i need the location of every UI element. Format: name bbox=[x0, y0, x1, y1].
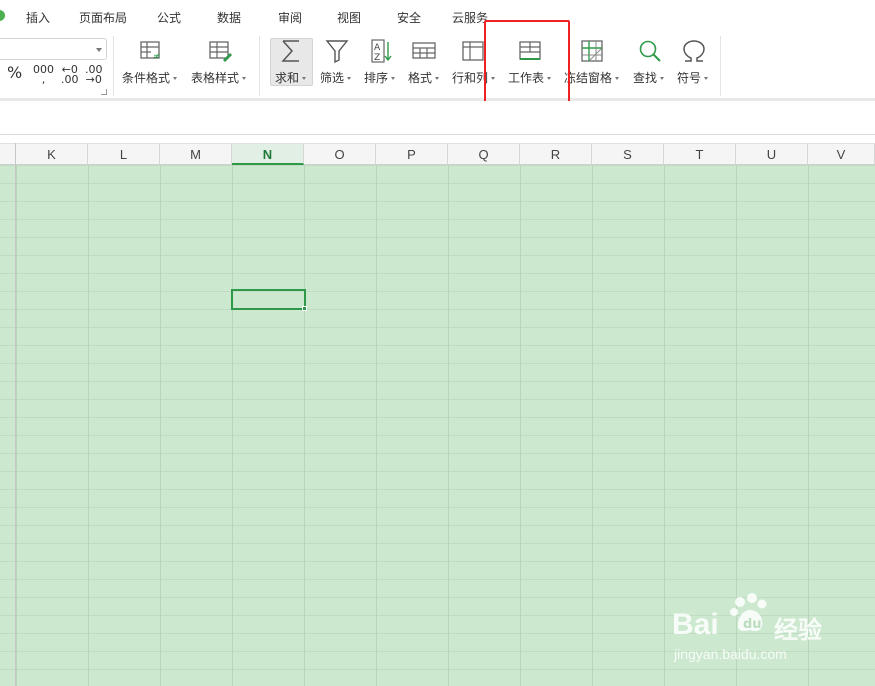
sigma-icon bbox=[281, 40, 299, 62]
watermark-url: jingyan.baidu.com bbox=[674, 646, 787, 662]
find-button[interactable]: 查找 bbox=[633, 38, 671, 90]
freeze-panes-button[interactable]: 冻结窗格 bbox=[564, 38, 624, 90]
menu-insert[interactable]: 插入 bbox=[26, 9, 50, 26]
caret-down-icon bbox=[347, 77, 352, 80]
svg-text:Z: Z bbox=[374, 53, 380, 63]
column-header-l[interactable]: L bbox=[88, 144, 160, 165]
caret-down-icon bbox=[660, 77, 665, 80]
menu-bar: 插入 页面布局 公式 数据 审阅 视图 安全 云服务 bbox=[0, 0, 875, 32]
format-icon bbox=[412, 42, 436, 59]
increase-decimal-sub-label: .00 bbox=[61, 73, 79, 86]
conditional-format-icon: ≠ bbox=[140, 41, 161, 62]
omega-icon bbox=[683, 40, 705, 62]
menu-formulas[interactable]: 公式 bbox=[157, 9, 181, 26]
column-header-u[interactable]: U bbox=[736, 144, 808, 165]
menu-cloud[interactable]: 云服务 bbox=[452, 9, 488, 26]
sort-text: 排序 bbox=[364, 71, 389, 85]
caret-down-icon bbox=[173, 77, 178, 80]
freeze-panes-label: 冻结窗格 bbox=[564, 69, 620, 86]
app-status-dot bbox=[0, 10, 5, 21]
column-header-r[interactable]: R bbox=[520, 144, 592, 165]
table-style-text: 表格样式 bbox=[191, 71, 240, 85]
baidu-jingyan-watermark: Bai du 经验 jingyan.baidu.com bbox=[672, 592, 872, 672]
dialog-launcher-icon[interactable] bbox=[101, 89, 107, 95]
thousands-sub-label: , bbox=[41, 73, 46, 86]
caret-down-icon bbox=[391, 77, 396, 80]
svg-text:du: du bbox=[743, 617, 762, 632]
thousands-separator-button[interactable]: 000 , bbox=[33, 64, 54, 86]
symbol-button[interactable]: 符号 bbox=[677, 38, 715, 90]
column-header-m[interactable]: M bbox=[160, 144, 232, 165]
column-header-s[interactable]: S bbox=[592, 144, 664, 165]
symbol-label: 符号 bbox=[677, 69, 709, 86]
paw-logo-icon: du bbox=[730, 593, 767, 632]
find-label: 查找 bbox=[633, 69, 665, 86]
filter-label: 筛选 bbox=[320, 69, 352, 86]
filter-icon bbox=[325, 40, 349, 64]
caret-down-icon bbox=[704, 77, 709, 80]
caret-down-icon bbox=[242, 77, 247, 80]
conditional-format-text: 条件格式 bbox=[122, 71, 171, 85]
sort-label: 排序 bbox=[364, 69, 396, 86]
menu-data[interactable]: 数据 bbox=[217, 9, 241, 26]
caret-down-icon bbox=[435, 77, 440, 80]
increase-decimal-button[interactable]: ←0 .00 bbox=[61, 64, 79, 86]
decrease-decimal-button[interactable]: .00 →0 bbox=[85, 64, 103, 86]
conditional-format-label: 条件格式 bbox=[122, 69, 178, 86]
percent-style-button[interactable]: % bbox=[7, 65, 22, 81]
rows-columns-icon bbox=[462, 41, 484, 61]
column-header-row: K L M N O P Q R S T U V bbox=[0, 143, 875, 165]
find-text: 查找 bbox=[633, 71, 658, 85]
fill-handle[interactable] bbox=[302, 306, 307, 311]
chevron-down-icon bbox=[96, 48, 102, 52]
menu-view[interactable]: 视图 bbox=[337, 9, 361, 26]
column-header-o[interactable]: O bbox=[304, 144, 376, 165]
sort-button[interactable]: A Z 排序 bbox=[364, 38, 402, 90]
menu-review[interactable]: 审阅 bbox=[278, 9, 302, 26]
formula-bar[interactable] bbox=[0, 101, 875, 135]
watermark-brand-suffix: 经验 bbox=[774, 617, 822, 644]
format-button[interactable]: 格式 bbox=[408, 38, 446, 90]
rows-columns-text: 行和列 bbox=[452, 71, 489, 85]
sum-label: 求和 bbox=[275, 69, 307, 86]
sum-button[interactable]: 求和 bbox=[274, 38, 314, 90]
column-header-t[interactable]: T bbox=[664, 144, 736, 165]
table-style-label: 表格样式 bbox=[191, 69, 247, 86]
sort-az-icon: A Z bbox=[371, 39, 392, 63]
watermark-brand: Bai bbox=[672, 608, 719, 641]
menu-security[interactable]: 安全 bbox=[397, 9, 421, 26]
search-icon bbox=[639, 40, 661, 62]
svg-text:A: A bbox=[374, 43, 381, 53]
filter-text: 筛选 bbox=[320, 71, 345, 85]
ribbon-separator bbox=[113, 36, 114, 96]
caret-down-icon bbox=[302, 77, 307, 80]
ribbon-separator bbox=[259, 36, 260, 96]
column-header-q[interactable]: Q bbox=[448, 144, 520, 165]
number-format-dropdown[interactable] bbox=[0, 38, 107, 60]
conditional-format-button[interactable]: ≠ 条件格式 bbox=[122, 38, 182, 90]
filter-button[interactable]: 筛选 bbox=[320, 38, 358, 90]
column-header-k[interactable]: K bbox=[16, 144, 88, 165]
table-style-icon bbox=[209, 41, 232, 62]
column-header-p[interactable]: P bbox=[376, 144, 448, 165]
sum-text: 求和 bbox=[275, 71, 300, 85]
menu-page-layout[interactable]: 页面布局 bbox=[79, 9, 127, 26]
format-label: 格式 bbox=[408, 69, 440, 86]
active-cell[interactable] bbox=[231, 289, 306, 310]
ribbon-separator bbox=[720, 36, 721, 96]
column-header-v[interactable]: V bbox=[808, 144, 875, 165]
svg-text:≠: ≠ bbox=[153, 52, 161, 62]
row-header-edge bbox=[15, 143, 16, 686]
decrease-decimal-sub-label: →0 bbox=[85, 73, 102, 86]
table-style-button[interactable]: 表格样式 bbox=[191, 38, 251, 90]
format-text: 格式 bbox=[408, 71, 433, 85]
column-header-n[interactable]: N bbox=[232, 144, 304, 165]
symbol-text: 符号 bbox=[677, 71, 702, 85]
freeze-panes-icon bbox=[581, 40, 603, 62]
freeze-panes-text: 冻结窗格 bbox=[564, 71, 613, 85]
caret-down-icon bbox=[615, 77, 620, 80]
